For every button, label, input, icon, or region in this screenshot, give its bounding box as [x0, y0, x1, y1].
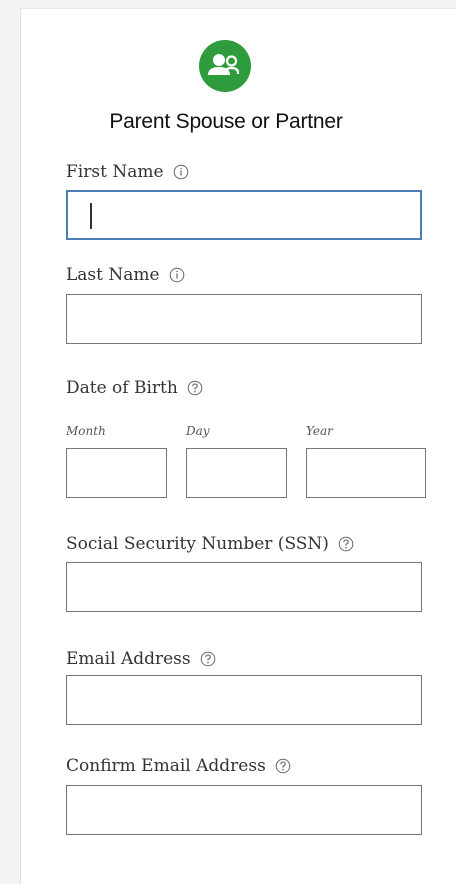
email-input[interactable]	[66, 675, 422, 725]
last-name-input[interactable]	[66, 294, 422, 344]
month-input[interactable]	[66, 448, 167, 498]
first-name-label: First Name	[66, 162, 189, 182]
ssn-label: Social Security Number (SSN)	[66, 534, 354, 554]
form-card	[20, 8, 456, 884]
ssn-label-text: Social Security Number (SSN)	[66, 534, 329, 554]
date-of-birth-label: Date of Birth	[66, 378, 203, 398]
last-name-label: Last Name	[66, 265, 185, 285]
confirm-email-label-text: Confirm Email Address	[66, 756, 266, 776]
last-name-label-text: Last Name	[66, 265, 160, 285]
confirm-email-label: Confirm Email Address	[66, 756, 291, 776]
help-icon[interactable]	[200, 651, 216, 667]
year-input[interactable]	[306, 448, 426, 498]
day-label: Day	[186, 424, 210, 438]
parent-partner-icon	[199, 40, 251, 92]
day-input[interactable]	[186, 448, 287, 498]
month-label: Month	[66, 424, 106, 438]
page-title: Parent Spouse or Partner	[109, 110, 343, 133]
first-name-label-text: First Name	[66, 162, 164, 182]
help-icon[interactable]	[187, 380, 203, 396]
info-icon[interactable]	[169, 267, 185, 283]
info-icon[interactable]	[173, 164, 189, 180]
year-label: Year	[306, 424, 333, 438]
confirm-email-input[interactable]	[66, 785, 422, 835]
first-name-input[interactable]	[66, 190, 422, 240]
text-cursor	[90, 203, 92, 229]
email-label: Email Address	[66, 649, 216, 669]
date-of-birth-label-text: Date of Birth	[66, 378, 178, 398]
ssn-input[interactable]	[66, 562, 422, 612]
help-icon[interactable]	[338, 536, 354, 552]
help-icon[interactable]	[275, 758, 291, 774]
email-label-text: Email Address	[66, 649, 191, 669]
